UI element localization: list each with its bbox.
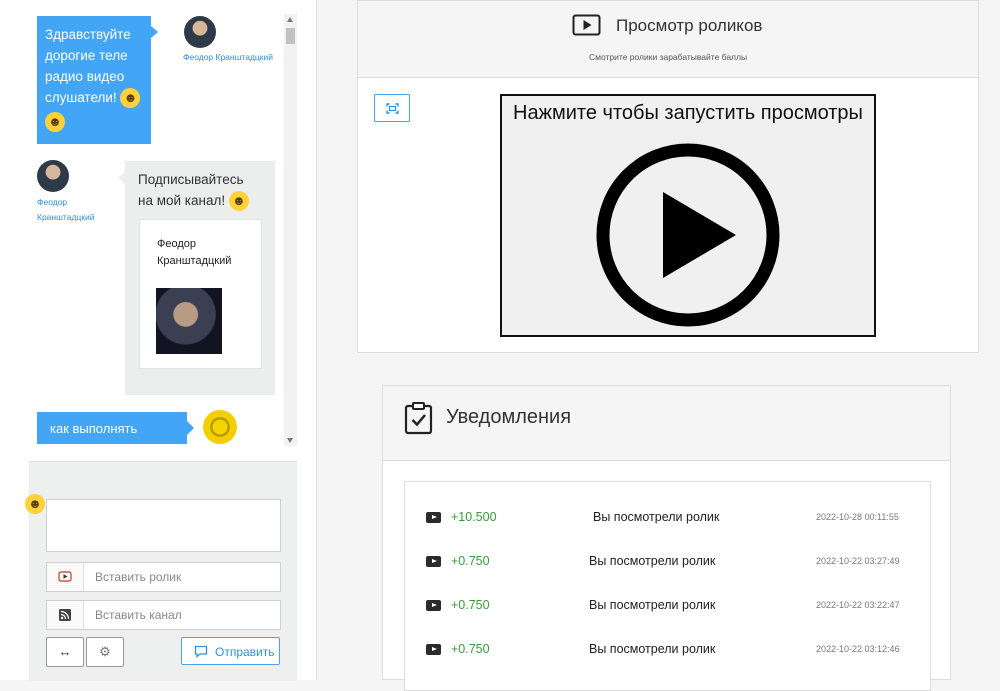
list-item: +0.750 Вы посмотрели ролик 2022-10-22 03… bbox=[405, 546, 930, 590]
expand-button[interactable]: ↔ bbox=[46, 637, 84, 667]
sticker-icon bbox=[203, 410, 237, 444]
send-button[interactable]: Отправить bbox=[181, 637, 280, 665]
message-author[interactable]: Феодор Кранштадцкий bbox=[37, 195, 107, 225]
play-icon bbox=[426, 556, 441, 567]
fullscreen-button[interactable] bbox=[374, 94, 410, 122]
scroll-thumb[interactable] bbox=[286, 28, 295, 44]
gear-icon: ⚙ bbox=[99, 644, 111, 659]
notification-text: Вы посмотрели ролик bbox=[589, 642, 716, 656]
emoji-picker-icon[interactable]: ☻ bbox=[25, 494, 45, 514]
message-author[interactable]: Феодор Кранштадцкий bbox=[183, 50, 283, 65]
channel-input-group[interactable]: Вставить канал bbox=[46, 600, 281, 630]
notifications-list[interactable]: +10.500 Вы посмотрели ролик 2022-10-28 0… bbox=[404, 481, 931, 691]
chat-scrollbar[interactable] bbox=[284, 14, 297, 446]
chat-panel: Здравствуйте дорогие теле радио видео сл… bbox=[0, 0, 317, 681]
list-item: +10.500 Вы посмотрели ролик 2022-10-28 0… bbox=[405, 502, 930, 546]
channel-name: Феодор Кранштадцкий bbox=[157, 238, 232, 267]
wink-emoji-icon: ☻ bbox=[228, 191, 249, 212]
play-icon bbox=[426, 600, 441, 611]
settings-button[interactable]: ⚙ bbox=[86, 637, 124, 667]
grin-emoji-icon: ☻ bbox=[120, 88, 141, 109]
points-value: +0.750 bbox=[451, 554, 490, 568]
video-input[interactable]: Вставить ролик bbox=[95, 563, 181, 591]
channel-card[interactable]: Феодор Кранштадцкий bbox=[139, 219, 262, 369]
points-value: +10.500 bbox=[451, 510, 497, 524]
player-caption: Нажмите чтобы запустить просмотры bbox=[513, 102, 863, 124]
chat-message: Здравствуйте дорогие теле радио видео сл… bbox=[37, 16, 151, 144]
points-value: +0.750 bbox=[451, 642, 490, 656]
play-icon bbox=[572, 14, 601, 36]
play-icon bbox=[426, 512, 441, 523]
bubble-tail bbox=[187, 421, 194, 435]
notification-date: 2022-10-22 03:27:49 bbox=[816, 556, 900, 566]
message-text: Здравствуйте дорогие теле радио видео сл… bbox=[45, 27, 131, 105]
channel-avatar bbox=[156, 288, 222, 354]
notification-date: 2022-10-22 03:22:47 bbox=[816, 600, 900, 610]
notifications-title: Уведомления bbox=[446, 406, 572, 428]
notifications-header: Уведомления bbox=[383, 386, 950, 461]
points-value: +0.750 bbox=[451, 598, 490, 612]
message-text: как выполнять bbox=[50, 421, 138, 436]
notifications-panel: Уведомления +10.500 Вы посмотрели ролик … bbox=[382, 385, 951, 691]
notification-text: Вы посмотрели ролик bbox=[589, 598, 716, 612]
notification-text: Вы посмотрели ролик bbox=[589, 554, 716, 568]
video-panel: Просмотр роликов Смотрите ролики зарабат… bbox=[357, 0, 979, 353]
video-panel-subtitle: Смотрите ролики зарабатывайте баллы bbox=[589, 52, 748, 62]
notification-date: 2022-10-28 00:11:55 bbox=[816, 512, 899, 522]
play-icon[interactable] bbox=[588, 135, 788, 335]
video-input-group[interactable]: Вставить ролик bbox=[46, 562, 281, 592]
message-text: Подписывайтесь на мой канал! bbox=[138, 172, 244, 208]
play-icon bbox=[426, 644, 441, 655]
expand-icon: ↔ bbox=[58, 644, 72, 659]
message-textarea[interactable] bbox=[46, 499, 281, 552]
chat-messages[interactable]: Здравствуйте дорогие теле радио видео сл… bbox=[29, 14, 285, 446]
avatar[interactable] bbox=[37, 160, 69, 192]
notification-text: Вы посмотрели ролик bbox=[593, 510, 720, 524]
video-panel-title: Просмотр роликов bbox=[616, 16, 763, 35]
clipboard-check-icon bbox=[404, 402, 433, 435]
chat-message: как выполнять bbox=[37, 412, 187, 444]
scroll-up-icon[interactable] bbox=[287, 17, 293, 22]
channel-input[interactable]: Вставить канал bbox=[95, 601, 182, 629]
bubble-tail bbox=[118, 172, 125, 184]
send-label: Отправить bbox=[215, 645, 275, 659]
list-item: +0.750 Вы посмотрели ролик 2022-10-22 03… bbox=[405, 590, 930, 634]
video-player[interactable]: Нажмите чтобы запустить просмотры bbox=[500, 94, 876, 337]
list-item: +0.750 Вы посмотрели ролик 2022-10-22 03… bbox=[405, 634, 930, 678]
bubble-tail bbox=[151, 26, 158, 38]
youtube-icon bbox=[47, 563, 84, 591]
notification-date: 2022-10-22 03:12:46 bbox=[816, 644, 900, 654]
fullscreen-icon bbox=[386, 103, 399, 114]
video-panel-header: Просмотр роликов Смотрите ролики зарабат… bbox=[358, 1, 978, 78]
avatar[interactable] bbox=[184, 16, 216, 48]
scroll-down-icon[interactable] bbox=[287, 438, 293, 443]
chat-icon bbox=[194, 645, 208, 658]
laugh-emoji-icon: ☻ bbox=[45, 111, 65, 132]
rss-icon bbox=[47, 601, 84, 629]
